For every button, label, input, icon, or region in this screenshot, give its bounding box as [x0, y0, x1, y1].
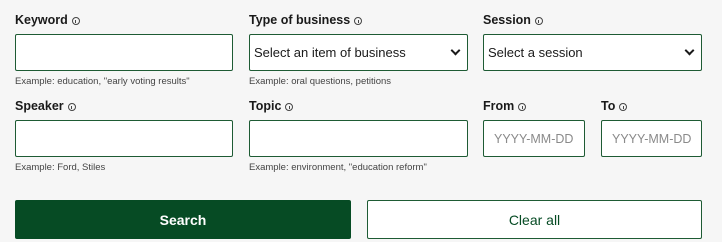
- keyword-label: Keyword: [15, 13, 80, 27]
- keyword-input[interactable]: [16, 35, 232, 70]
- info-circle-icon[interactable]: [71, 17, 80, 25]
- from-date-input[interactable]: [484, 121, 584, 156]
- business-select[interactable]: Select an item of business: [249, 34, 468, 71]
- info-circle-icon[interactable]: [354, 17, 363, 25]
- speaker-hint: Example: Ford, Stiles: [15, 162, 106, 173]
- topic-label: Topic: [249, 99, 294, 113]
- topic-field[interactable]: [249, 120, 468, 157]
- topic-label-text: Topic: [249, 99, 282, 113]
- business-label-text: Type of business: [249, 13, 351, 27]
- topic-input[interactable]: [250, 121, 467, 156]
- from-date-field[interactable]: [483, 120, 585, 157]
- keyword-label-text: Keyword: [15, 13, 68, 27]
- keyword-field[interactable]: [15, 34, 233, 71]
- keyword-hint: Example: education, "early voting result…: [15, 76, 190, 87]
- info-circle-icon[interactable]: [518, 103, 527, 111]
- from-label-text: From: [483, 99, 515, 113]
- info-circle-icon[interactable]: [534, 17, 543, 25]
- speaker-field[interactable]: [15, 120, 233, 157]
- topic-hint: Example: environment, "education reform": [249, 162, 427, 173]
- to-date-field[interactable]: [601, 120, 702, 157]
- speaker-label: Speaker: [15, 99, 76, 113]
- chevron-down-icon: [450, 45, 461, 56]
- business-selected-value: Select an item of business: [254, 45, 406, 60]
- info-circle-icon[interactable]: [67, 103, 76, 111]
- chevron-down-icon: [684, 45, 695, 56]
- info-circle-icon[interactable]: [619, 103, 628, 111]
- business-hint: Example: oral questions, petitions: [249, 76, 392, 87]
- speaker-input[interactable]: [16, 121, 232, 156]
- session-label-text: Session: [483, 13, 531, 27]
- business-label: Type of business: [249, 13, 363, 27]
- to-label-text: To: [601, 99, 616, 113]
- session-select[interactable]: Select a session: [483, 34, 702, 71]
- from-label: From: [483, 99, 527, 113]
- to-label: To: [601, 99, 628, 113]
- to-date-input[interactable]: [602, 121, 701, 156]
- speaker-label-text: Speaker: [15, 99, 64, 113]
- clear-all-button[interactable]: Clear all: [367, 200, 702, 239]
- session-selected-value: Select a session: [488, 45, 583, 60]
- session-label: Session: [483, 13, 543, 27]
- info-circle-icon[interactable]: [285, 103, 294, 111]
- search-button[interactable]: Search: [15, 200, 351, 239]
